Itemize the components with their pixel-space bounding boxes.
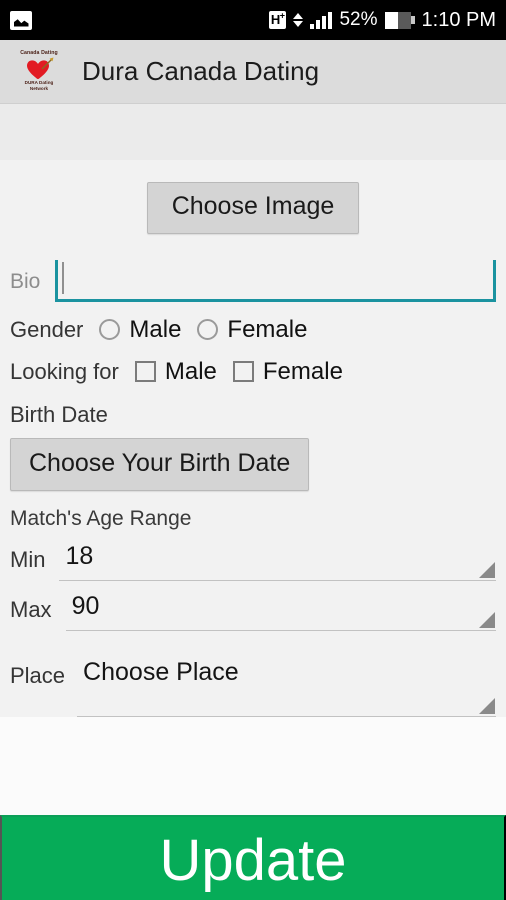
choose-birth-date-button[interactable]: Choose Your Birth Date	[10, 437, 310, 491]
battery-icon	[384, 11, 415, 29]
gender-radio-female[interactable]	[197, 319, 219, 340]
birth-date-row: Choose Your Birth Date	[6, 437, 500, 491]
birth-date-label: Birth Date	[10, 401, 108, 427]
looking-for-checkbox-male[interactable]	[134, 361, 156, 382]
battery-percent-label: 52%	[339, 9, 378, 30]
status-bar-right: H+ 52% 1:10 PM	[268, 8, 496, 32]
looking-for-option-female-label[interactable]: Female	[263, 358, 343, 386]
heart-with-arrow-icon	[24, 57, 54, 79]
looking-for-checkbox-female[interactable]	[232, 361, 254, 382]
app-bar-spacer	[0, 104, 506, 160]
min-age-row: Min 18	[6, 541, 500, 581]
max-age-row: Max 90	[6, 591, 500, 631]
logo-top-text: Canada Dating	[20, 50, 58, 57]
min-age-value: 18	[65, 541, 94, 570]
gender-option-male-label[interactable]: Male	[129, 316, 181, 344]
app-logo: Canada Dating DURA Dating Network	[16, 46, 62, 98]
logo-bottom-line2: Network	[29, 86, 49, 92]
bio-label: Bio	[10, 269, 41, 293]
gender-row: Gender Male Female	[6, 316, 500, 344]
max-age-value: 90	[71, 591, 100, 620]
gender-label: Gender	[10, 316, 84, 342]
network-type-icon: H+	[268, 10, 287, 29]
gender-radio-male[interactable]	[99, 319, 121, 340]
logo-bottom-line1: DURA Dating	[24, 80, 54, 86]
form-content: Choose Image Bio Gender Male Female Look…	[0, 160, 506, 717]
status-bar-left	[10, 10, 32, 30]
app-screen: H+ 52% 1:10 PM Canada Dating DURA Dating…	[0, 0, 506, 900]
looking-for-option-male-label[interactable]: Male	[165, 358, 217, 386]
choose-image-row: Choose Image	[6, 160, 500, 234]
bottom-filler	[0, 716, 506, 815]
logo-bottom-text: DURA Dating Network	[25, 80, 54, 91]
place-row: Place Choose Place	[6, 657, 500, 717]
choose-image-button[interactable]: Choose Image	[146, 182, 360, 234]
app-title: Dura Canada Dating	[82, 56, 320, 86]
app-bar: Canada Dating DURA Dating Network Dura C…	[0, 40, 506, 104]
gender-option-female-label[interactable]: Female	[227, 316, 307, 344]
place-spinner[interactable]: Choose Place	[77, 657, 496, 717]
max-age-spinner[interactable]: 90	[65, 591, 496, 631]
bio-row: Bio	[6, 259, 500, 302]
signal-bars-icon	[310, 11, 333, 29]
status-bar: H+ 52% 1:10 PM	[0, 0, 506, 40]
place-value: Choose Place	[83, 657, 239, 686]
photo-notification-icon	[10, 10, 32, 30]
clock-label: 1:10 PM	[421, 8, 496, 31]
looking-for-row: Looking for Male Female	[6, 358, 500, 386]
place-label: Place	[10, 662, 66, 688]
max-age-label: Max	[10, 596, 52, 622]
bio-input[interactable]	[55, 259, 496, 302]
data-transfer-arrows-icon	[293, 13, 304, 27]
min-age-spinner[interactable]: 18	[59, 541, 496, 581]
age-range-label: Match's Age Range	[10, 506, 192, 530]
min-age-label: Min	[10, 546, 46, 572]
looking-for-label: Looking for	[10, 358, 119, 384]
update-button[interactable]: Update	[0, 814, 506, 900]
